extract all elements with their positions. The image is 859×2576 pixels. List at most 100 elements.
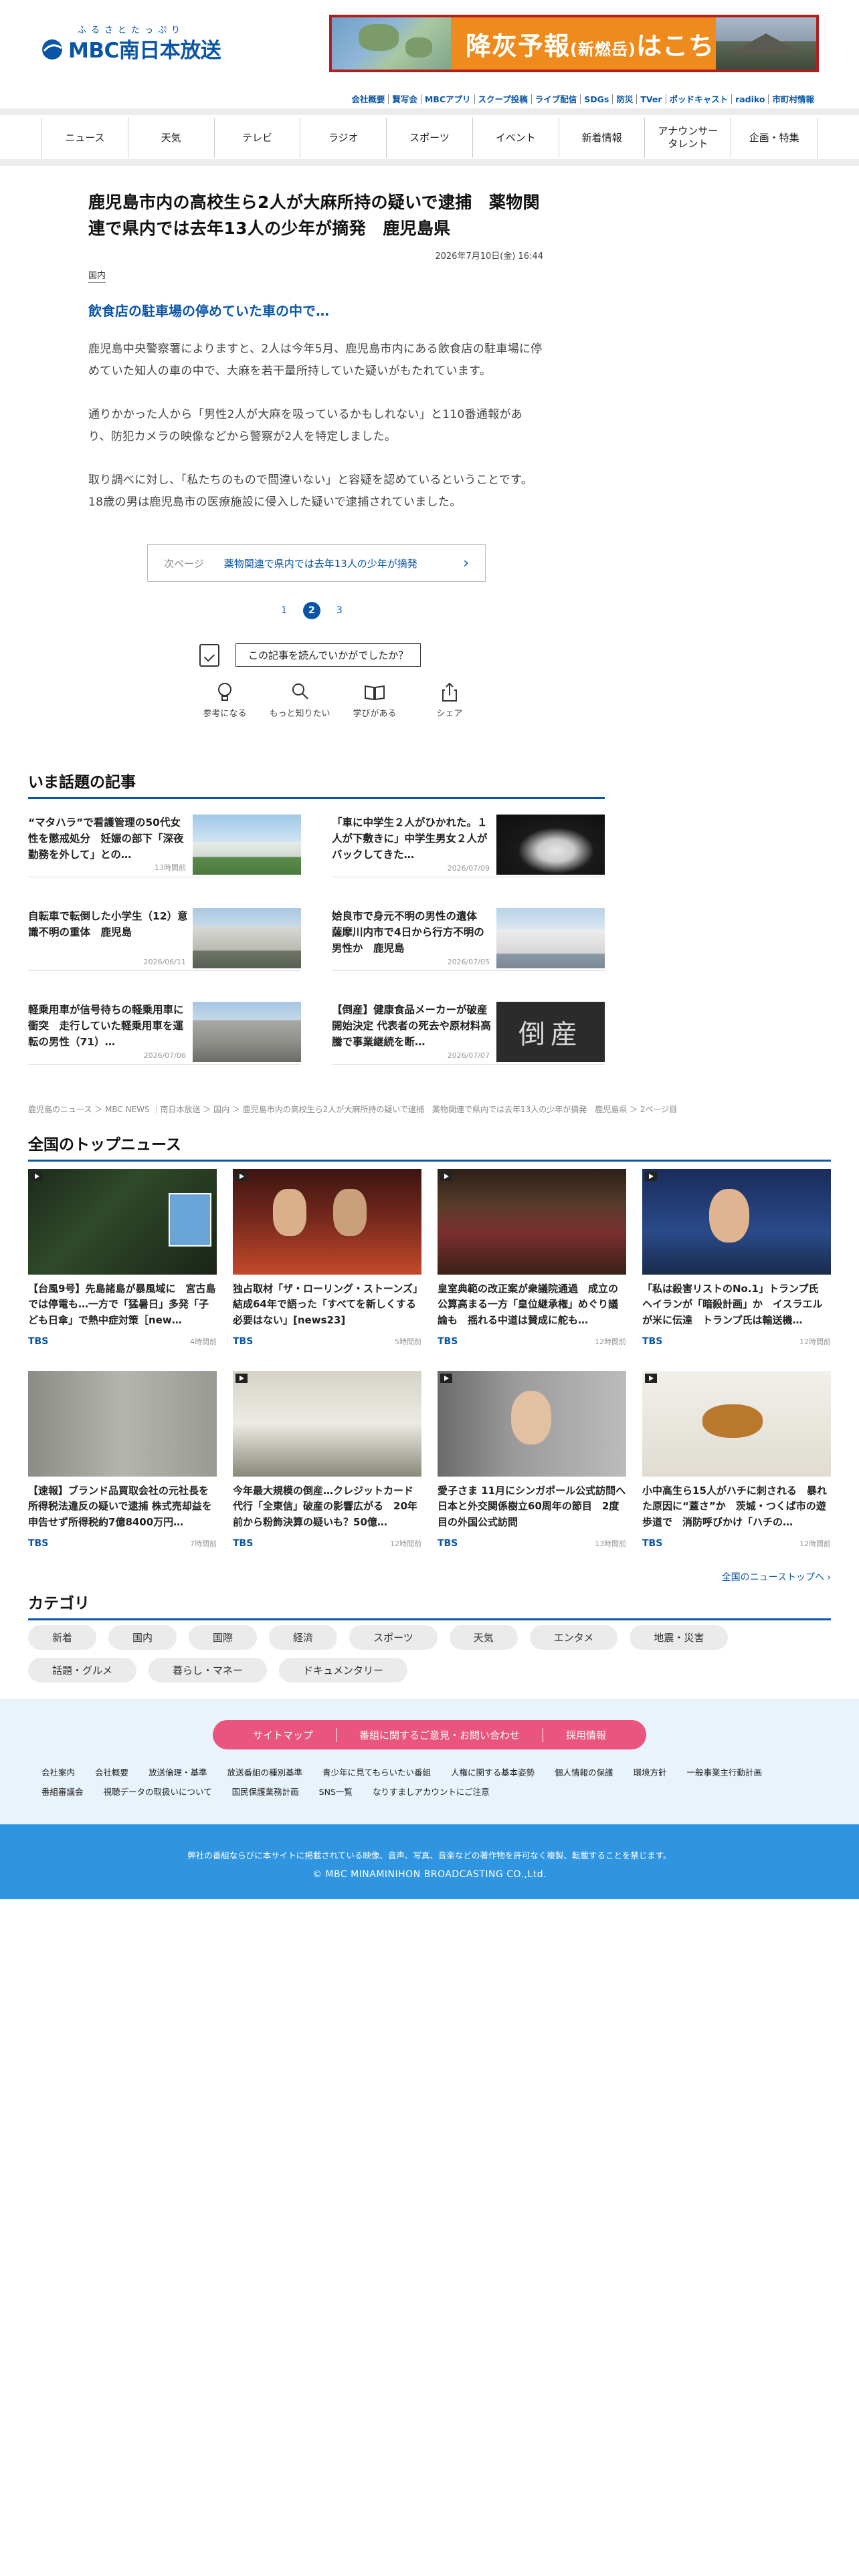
national-item[interactable]: 【台風9号】先島諸島が暴風域に 宮古島では停電も…一方で「猛暑日」多発「子ども日… (28, 1169, 217, 1347)
breadcrumb[interactable]: 鹿児島のニュース ＞ MBC NEWS ｜南日本放送 ＞ 国内 ＞ 鹿児島市内の… (28, 1103, 677, 1115)
category-list: 新着 国内 国際 経済 スポーツ 天気 エンタメ 地震・災害 話題・グルメ 暮ら… (28, 1625, 831, 1683)
page-link[interactable]: 3 (337, 605, 343, 616)
reaction-helpful[interactable]: 参考になる (194, 681, 256, 719)
page-link[interactable]: 1 (281, 605, 287, 616)
top-link[interactable]: 市町村情報 (768, 94, 818, 104)
main-nav: ニュース 天気 テレビ ラジオ スポーツ イベント 新着情報 アナウンサー タレ… (41, 118, 818, 158)
top-link[interactable]: 防災 (612, 94, 637, 104)
footer-link[interactable]: 番組審議会 (41, 1785, 84, 1798)
footer-link[interactable]: 視聴データの取扱いについて (104, 1785, 212, 1798)
sitemap-link[interactable]: サイトマップ (230, 1728, 336, 1742)
national-item[interactable]: 今年最大規模の倒産…クレジットカード代行「全東信」破産の影響広がる 20年前から… (233, 1371, 421, 1549)
thumbnail (438, 1371, 626, 1477)
footer-link[interactable]: 会社案内 (41, 1765, 75, 1778)
footer-link[interactable]: 環境方針 (633, 1765, 666, 1778)
national-item[interactable]: 小中高生ら15人がハチに刺される 暴れた原因に“蓋さ”か 茨城・つくば市の遊歩道… (642, 1371, 831, 1549)
footer-link[interactable]: 放送番組の種別基準 (227, 1765, 303, 1778)
trending-item[interactable]: 自転車で転倒した小学生（12）意識不明の重体 鹿児島 2026/06/11 (28, 908, 301, 971)
thumbnail (193, 815, 301, 875)
top-link[interactable]: 会社概要 (348, 94, 388, 104)
trending-item[interactable]: 姶良市で身元不明の男性の遺体 薩摩川内市で4日から行方不明の男性か 鹿児島 202… (332, 908, 605, 971)
article-subtitle: 飲食店の駐車場の停めていた車の中で… (88, 302, 329, 319)
top-link[interactable]: SDGs (580, 94, 613, 104)
category-chip[interactable]: スポーツ (349, 1625, 438, 1650)
thumbnail: 倒産 (496, 1002, 605, 1062)
category-chip[interactable]: 天気 (449, 1625, 518, 1650)
reaction-learn[interactable]: 学びがある (344, 681, 405, 719)
chevron-right-icon: › (463, 554, 469, 572)
nav-news[interactable]: ニュース (42, 118, 128, 158)
footer-link[interactable]: 放送倫理・基準 (149, 1765, 207, 1778)
nav-sports[interactable]: スポーツ (387, 118, 473, 158)
footer-link[interactable]: なりすましアカウントにご注意 (373, 1785, 490, 1798)
national-item[interactable]: 「私は殺害リストのNo.1」トランプ氏 ヘイランが「暗殺計画」か イスラエルが米… (642, 1169, 831, 1347)
play-icon (31, 1172, 43, 1181)
footer-link[interactable]: 会社概要 (95, 1765, 128, 1778)
reaction-share[interactable]: シェア (419, 681, 480, 719)
top-link[interactable]: TVer (636, 94, 666, 104)
top-links: 会社概要 賢写会 MBCアプリ スクープ投稿 ライブ配信 SDGs 防災 TVer ポッドキャス… (348, 92, 818, 105)
national-item[interactable]: 独占取材「ザ・ローリング・ストーンズ」結成64年で語った「すべてを新しくする必要… (233, 1169, 421, 1347)
article-paragraph: 取り調べに対し、「私たちのもので間違いない」と容疑を認めているということです。1… (88, 473, 533, 510)
thumbnail-glyph: 倒産 (518, 1019, 583, 1050)
next-page-link[interactable]: 次ページ 薬物関連で県内では去年13人の少年が摘発 › (147, 544, 486, 582)
national-item[interactable]: 愛子さま 11月にシンガポール公式訪問へ 日本と外交関係樹立60周年の節目 2度… (438, 1371, 626, 1549)
national-item[interactable]: 皇室典範の改正案が衆議院通過 成立の公算高まる一方「皇位継承権」めぐり議論も 揺… (438, 1169, 626, 1347)
trending-item[interactable]: 「車に中学生２人がひかれた。１人が下敷きに」中学生男女２人がバックしてきた… 20… (332, 815, 605, 877)
footer-link[interactable]: 一般事業主行動計画 (687, 1765, 763, 1778)
national-item[interactable]: 【速報】ブランド品買取会社の元社長を所得税法違反の疑いで逮捕 株式売却益を申告せ… (28, 1371, 217, 1549)
category-chip[interactable]: 地震・災害 (630, 1625, 729, 1650)
top-link[interactable]: MBCアプリ (420, 94, 474, 104)
thumbnail (233, 1371, 421, 1477)
category-chip[interactable]: 国際 (189, 1625, 258, 1650)
category-chip[interactable]: ドキュメンタリー (279, 1658, 408, 1683)
footer-copyright: 弊社の番組ならびに本サイトに掲載されている映像、音声、写真、音楽などの著作物を許… (0, 1824, 859, 1899)
national-more-link[interactable]: 全国のニューストップへ › (722, 1570, 831, 1584)
nav-announcers[interactable]: アナウンサー タレント (645, 118, 732, 158)
recruit-link[interactable]: 採用情報 (543, 1727, 629, 1742)
feedback-button[interactable]: この記事を読んでいかがでしたか？ (235, 643, 421, 667)
logo-mark-icon (42, 39, 62, 60)
trending-item[interactable]: 【倒産】健康食品メーカーが破産開始決定 代表者の死去や原材料高騰で事業継続を断…… (332, 1002, 605, 1065)
thumbnail (193, 1002, 301, 1062)
logo-text: MBC南日本放送 (68, 39, 221, 63)
nav-weather[interactable]: 天気 (128, 118, 215, 158)
top-link[interactable]: radiko (731, 94, 769, 104)
category-chip[interactable]: 話題・グルメ (28, 1658, 137, 1683)
footer-link[interactable]: 青少年に見てもらいたい番組 (322, 1765, 431, 1778)
thumbnail (438, 1169, 626, 1275)
article-title: 鹿児島市内の高校生ら2人が大麻所持の疑いで逮捕 薬物関連で県内では去年13人の少… (88, 193, 540, 238)
top-link[interactable]: ライブ配信 (531, 94, 581, 104)
top-link[interactable]: スクープ投稿 (474, 94, 531, 104)
category-chip[interactable]: エンタメ (529, 1625, 618, 1650)
top-link[interactable]: ポッドキャスト (665, 94, 732, 104)
top-link[interactable]: 賢写会 (388, 94, 421, 104)
magnifier-icon (269, 681, 330, 706)
category-chip[interactable]: 新着 (28, 1625, 97, 1650)
nav-events[interactable]: イベント (473, 118, 559, 158)
footer-link[interactable]: 人権に関する基本姿勢 (451, 1765, 535, 1778)
article-category[interactable]: 国内 (88, 268, 106, 283)
trending-item[interactable]: “マタハラ”で看護管理の50代女性を懲戒処分 妊娠の部下「深夜勤務を外して」との… (28, 815, 301, 877)
category-chip[interactable]: 暮らし・マネー (149, 1658, 268, 1683)
pagination: 1 2 3 (281, 602, 343, 619)
footer-link[interactable]: 個人情報の保護 (555, 1765, 613, 1778)
nav-features[interactable]: 企画・特集 (731, 118, 818, 158)
bulb-icon (194, 681, 256, 706)
thumbnail (642, 1371, 831, 1477)
ash-forecast-banner[interactable]: 降灰予報(新燃岳)はこちら (329, 15, 819, 72)
category-chip[interactable]: 経済 (269, 1625, 338, 1650)
map-thumbnail (332, 17, 451, 70)
category-chip[interactable]: 国内 (108, 1625, 177, 1650)
nav-new-info[interactable]: 新着情報 (559, 118, 646, 158)
footer-link[interactable]: 国民保護業務計画 (232, 1785, 299, 1798)
play-icon (235, 1172, 248, 1181)
footer-link[interactable]: SNS一覧 (319, 1785, 353, 1798)
footer-pill-nav: サイトマップ 番組に関するご意見・お問い合わせ 採用情報 (213, 1720, 646, 1749)
contact-link[interactable]: 番組に関するご意見・お問い合わせ (335, 1727, 543, 1742)
nav-radio[interactable]: ラジオ (300, 118, 387, 158)
nav-tv[interactable]: テレビ (215, 118, 301, 158)
site-logo[interactable]: ふるさとたっぷり MBC南日本放送 (41, 23, 221, 63)
reaction-more[interactable]: もっと知りたい (269, 681, 330, 719)
trending-item[interactable]: 軽乗用車が信号待ちの軽乗用車に衝突 走行していた軽乗用車を運転の男性（71）… 2… (28, 1002, 301, 1065)
